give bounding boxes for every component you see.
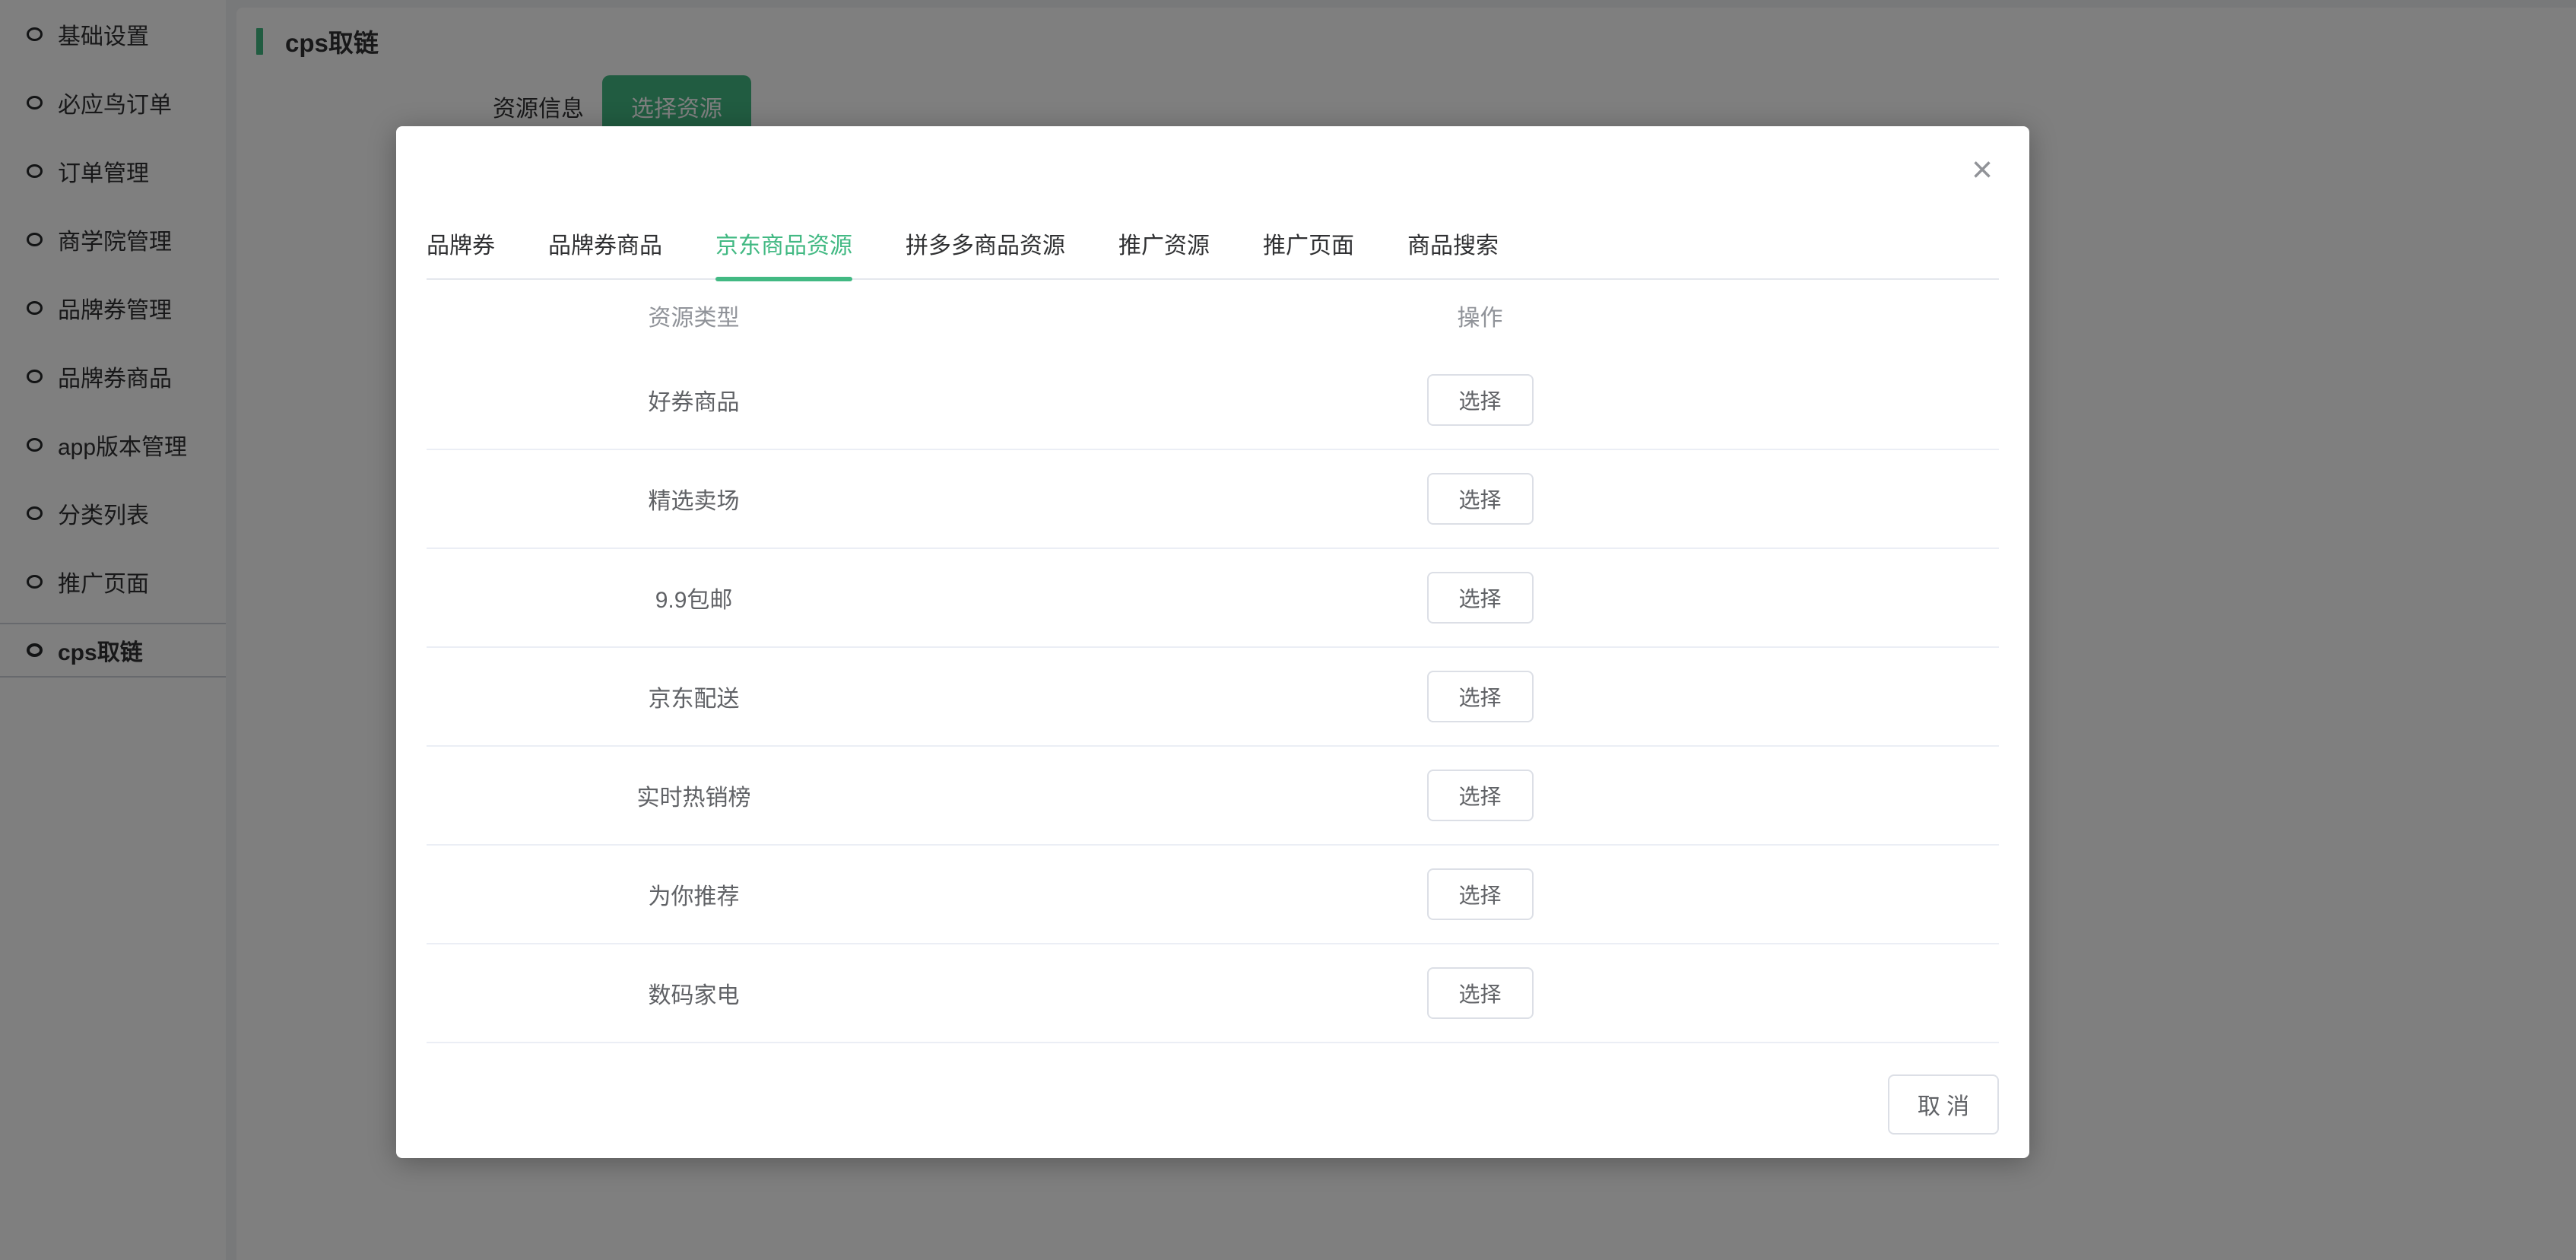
resource-type-cell: 9.9包邮 [427, 581, 961, 614]
resource-type-cell: 精选卖场 [427, 482, 961, 516]
action-cell: 选择 [961, 473, 1999, 525]
column-header-action: 操作 [961, 299, 1999, 332]
resource-type-cell: 数码家电 [427, 976, 961, 1010]
resource-type-cell: 实时热销榜 [427, 779, 961, 812]
table-row: 精选卖场 选择 [427, 450, 1999, 549]
dialog-tab-label: 品牌券商品 [548, 233, 662, 259]
table-row: 数码家电 选择 [427, 944, 1999, 1043]
resource-type-cell: 为你推荐 [427, 878, 961, 911]
select-button[interactable]: 选择 [1427, 572, 1534, 624]
table-row: 京东配送 选择 [427, 648, 1999, 747]
action-cell: 选择 [961, 967, 1999, 1019]
cancel-button[interactable]: 取 消 [1888, 1074, 1999, 1135]
action-cell: 选择 [961, 572, 1999, 624]
dialog-tab-label: 推广页面 [1263, 233, 1354, 259]
table-row: 为你推荐 选择 [427, 846, 1999, 944]
dialog-tab-label: 商品搜索 [1407, 233, 1499, 259]
table-row: 9.9包邮 选择 [427, 549, 1999, 648]
select-button[interactable]: 选择 [1427, 868, 1534, 920]
table-row: 实时热销榜 选择 [427, 747, 1999, 846]
dialog-footer: 取 消 [396, 1043, 2029, 1165]
dialog-tab-label: 品牌券 [427, 233, 495, 259]
resource-type-cell: 京东配送 [427, 680, 961, 713]
resource-select-dialog: × 品牌券 品牌券商品 京东商品资源 拼多多商品资源 [396, 126, 2029, 1158]
dialog-tab-label: 拼多多商品资源 [906, 233, 1065, 259]
dialog-tab[interactable]: 品牌券商品 [548, 227, 662, 278]
dialog-tabs: 品牌券 品牌券商品 京东商品资源 拼多多商品资源 推广资源 [427, 227, 1999, 280]
dialog-tab-label: 京东商品资源 [715, 233, 852, 259]
select-button[interactable]: 选择 [1427, 374, 1534, 426]
dialog-tab[interactable]: 推广页面 [1263, 227, 1354, 278]
dialog-tab[interactable]: 推广资源 [1118, 227, 1210, 278]
table-row: 好券商品 选择 [427, 351, 1999, 450]
action-cell: 选择 [961, 671, 1999, 722]
table-body: 好券商品 选择 精选卖场 选择 9.9包邮 选择 [427, 351, 1999, 1043]
dialog-tab[interactable]: 京东商品资源 [715, 227, 852, 278]
action-cell: 选择 [961, 868, 1999, 920]
dialog-tab[interactable]: 商品搜索 [1407, 227, 1499, 278]
dialog-body: 品牌券 品牌券商品 京东商品资源 拼多多商品资源 推广资源 [396, 227, 2029, 1043]
action-cell: 选择 [961, 374, 1999, 426]
resource-type-cell: 好券商品 [427, 383, 961, 417]
close-icon[interactable]: × [1959, 148, 2005, 193]
column-header-resource-type: 资源类型 [427, 299, 961, 332]
table-header-row: 资源类型 操作 [427, 280, 1999, 351]
dialog-tab[interactable]: 品牌券 [427, 227, 495, 278]
action-cell: 选择 [961, 770, 1999, 821]
select-button[interactable]: 选择 [1427, 473, 1534, 525]
select-button[interactable]: 选择 [1427, 770, 1534, 821]
select-button[interactable]: 选择 [1427, 671, 1534, 722]
dialog-tab[interactable]: 拼多多商品资源 [906, 227, 1065, 278]
dialog-tab-label: 推广资源 [1118, 233, 1210, 259]
select-button[interactable]: 选择 [1427, 967, 1534, 1019]
